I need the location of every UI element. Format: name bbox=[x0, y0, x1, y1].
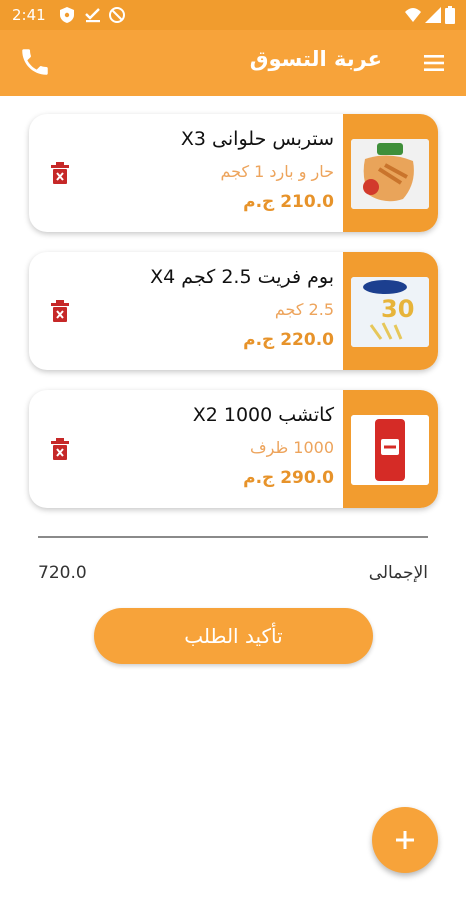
divider bbox=[38, 536, 428, 538]
trash-icon[interactable] bbox=[51, 300, 69, 322]
item-detail: حار و بارد 1 كجم bbox=[220, 162, 334, 181]
shield-icon bbox=[60, 7, 74, 23]
fried-chicken-bag-icon bbox=[351, 139, 429, 209]
page-title: عربة التسوق bbox=[249, 47, 382, 71]
item-detail: 1000 ظرف bbox=[250, 438, 334, 457]
check-icon bbox=[85, 8, 100, 23]
cart-item[interactable]: كاتشب 1000 X2 1000 ظرف 290.0 ج.م bbox=[29, 390, 438, 508]
item-name: بوم فريت 2.5 كجم X4 bbox=[150, 266, 334, 288]
trash-icon[interactable] bbox=[51, 438, 69, 460]
add-item-button[interactable] bbox=[372, 807, 438, 873]
item-image-panel bbox=[343, 390, 438, 508]
item-detail: 2.5 كجم bbox=[274, 300, 334, 319]
cart-item[interactable]: 30 بوم فريت 2.5 كجم X4 2.5 كجم 220.0 ج.م bbox=[29, 252, 438, 370]
menu-icon[interactable] bbox=[422, 51, 446, 75]
no-sim-icon bbox=[109, 7, 125, 23]
status-bar: 2:41 bbox=[0, 0, 466, 30]
trash-icon[interactable] bbox=[51, 162, 69, 184]
ketchup-sachet-icon bbox=[351, 415, 429, 485]
svg-text:30: 30 bbox=[381, 295, 414, 323]
battery-icon bbox=[445, 6, 455, 24]
status-time: 2:41 bbox=[12, 6, 46, 24]
phone-icon[interactable] bbox=[18, 45, 52, 79]
item-price: 220.0 ج.م bbox=[243, 330, 334, 350]
total-label: الإجمالى bbox=[368, 563, 428, 583]
cart-item[interactable]: ستربس حلوانى X3 حار و بارد 1 كجم 210.0 ج… bbox=[29, 114, 438, 232]
wifi-icon bbox=[405, 8, 421, 22]
confirm-order-button[interactable]: تأكيد الطلب bbox=[94, 608, 373, 664]
total-value: 720.0 bbox=[38, 563, 87, 583]
plus-icon bbox=[396, 831, 414, 849]
fries-bag-icon: 30 bbox=[351, 277, 429, 347]
item-image-panel: 30 bbox=[343, 252, 438, 370]
item-price: 290.0 ج.م bbox=[243, 468, 334, 488]
signal-icon bbox=[425, 7, 441, 23]
item-image-panel bbox=[343, 114, 438, 232]
item-name: ستربس حلوانى X3 bbox=[180, 128, 334, 150]
item-name: كاتشب 1000 X2 bbox=[192, 404, 334, 426]
item-price: 210.0 ج.م bbox=[243, 192, 334, 212]
app-bar: عربة التسوق bbox=[0, 30, 466, 96]
